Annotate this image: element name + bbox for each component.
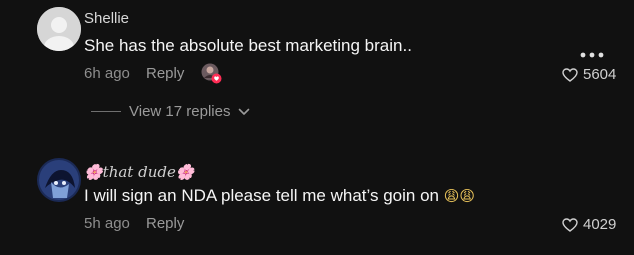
- like-count: 5604: [583, 66, 617, 83]
- comment-text-content: I will sign an NDA please tell me what’s…: [84, 186, 439, 205]
- creator-liked-badge: [201, 63, 222, 84]
- comment-text: She has the absolute best marketing brai…: [84, 36, 412, 55]
- reply-button[interactable]: Reply: [146, 215, 184, 232]
- view-replies-button[interactable]: View 17 replies: [91, 103, 250, 120]
- avatar[interactable]: [37, 158, 81, 202]
- view-replies-label: View 17 replies: [129, 103, 231, 120]
- chevron-down-icon: [239, 108, 250, 115]
- like-button[interactable]: 5604: [562, 66, 616, 83]
- comment-timestamp: 6h ago: [84, 65, 130, 82]
- comment-username[interactable]: Shellie: [84, 10, 129, 27]
- like-button[interactable]: 4029: [562, 216, 616, 233]
- more-options-icon[interactable]: [580, 46, 604, 64]
- reply-button[interactable]: Reply: [146, 65, 184, 82]
- divider-line: [91, 111, 121, 112]
- default-user-icon: [37, 7, 81, 51]
- like-count: 4029: [583, 216, 617, 233]
- comment-text: I will sign an NDA please tell me what’s…: [84, 186, 475, 206]
- weary-face-emojis: 😩😩: [443, 187, 475, 205]
- avatar[interactable]: [37, 7, 81, 51]
- comment-username[interactable]: 🌸that dude🌸: [84, 163, 195, 181]
- heart-outline-icon: [562, 217, 578, 232]
- comment-timestamp: 5h ago: [84, 215, 130, 232]
- creator-avatar-icon: [201, 63, 222, 84]
- heart-outline-icon: [562, 67, 578, 82]
- comment-item: Shellie She has the absolute best market…: [0, 0, 634, 130]
- comment-item: 🌸that dude🌸 I will sign an NDA please te…: [0, 150, 634, 255]
- user-photo-icon: [37, 158, 81, 202]
